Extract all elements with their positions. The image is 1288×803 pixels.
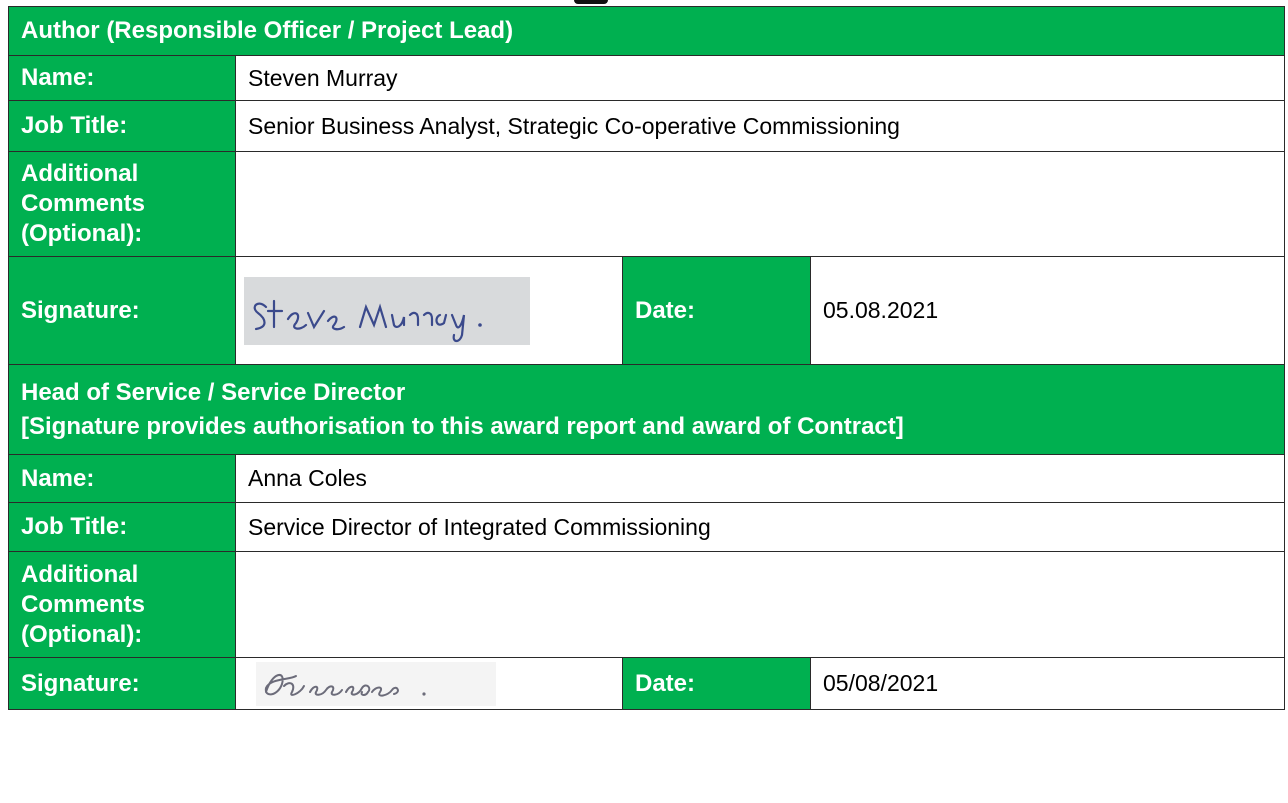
director-comments-label-line: Additional	[21, 560, 139, 588]
director-signature-row: Signature: Date: 05/08/2021	[8, 657, 1286, 710]
director-handwritten-signature	[256, 661, 496, 706]
author-heading-row: Author (Responsible Officer / Project Le…	[7, 6, 1286, 56]
author-handwritten-signature	[244, 276, 530, 345]
author-comments-value	[234, 151, 1286, 257]
author-comments-row: Additional Comments (Optional):	[8, 151, 1286, 257]
author-signature-label: Signature:	[8, 256, 236, 365]
author-date-label: Date:	[622, 256, 811, 365]
author-name-value: Steven Murray	[234, 55, 1286, 101]
director-section-heading: Head of Service / Service Director [Sign…	[7, 364, 1286, 455]
author-name-row: Name: Steven Murray	[8, 55, 1286, 101]
author-name-label: Name:	[8, 55, 236, 101]
author-comments-label-line: (Optional):	[21, 220, 143, 247]
director-signature-label: Signature:	[8, 657, 236, 710]
author-job-row: Job Title: Senior Business Analyst, Stra…	[8, 100, 1286, 152]
director-signature-image	[256, 661, 622, 706]
director-date-value: 05/08/2021	[809, 657, 1286, 710]
director-heading-row: Head of Service / Service Director [Sign…	[7, 364, 1286, 455]
director-signature-cell	[235, 657, 623, 710]
director-heading-text: Head of Service / Service Director	[21, 378, 406, 406]
signoff-table: Author (Responsible Officer / Project Le…	[7, 6, 1286, 710]
director-date-label: Date:	[622, 657, 811, 710]
author-signature-row: Signature: Date: 05.08.2021	[8, 256, 1286, 365]
author-section-heading: Author (Responsible Officer / Project Le…	[7, 6, 1286, 56]
director-comments-value	[234, 551, 1286, 658]
author-signature-image	[244, 276, 622, 345]
director-name-row: Name: Anna Coles	[8, 454, 1286, 503]
director-subheading-text: [Signature provides authorisation to thi…	[21, 412, 904, 440]
author-comments-label-line: Comments	[21, 190, 146, 217]
director-comments-label: Additional Comments (Optional):	[8, 551, 236, 658]
director-name-value: Anna Coles	[234, 454, 1286, 503]
director-comments-label-line: Comments	[21, 590, 146, 618]
author-job-value: Senior Business Analyst, Strategic Co-op…	[234, 100, 1286, 152]
director-comments-label-line: (Optional):	[21, 620, 143, 648]
author-comments-label-line: Additional	[21, 160, 139, 187]
director-job-row: Job Title: Service Director of Integrate…	[8, 502, 1286, 552]
author-date-value: 05.08.2021	[809, 256, 1286, 365]
award-report-signoff-page: Author (Responsible Officer / Project Le…	[0, 0, 1288, 803]
author-signature-cell	[235, 256, 623, 365]
author-comments-label: Additional Comments (Optional):	[8, 151, 236, 257]
director-name-label: Name:	[8, 454, 236, 503]
cropped-heading-fragment	[574, 0, 608, 4]
director-job-label: Job Title:	[8, 502, 236, 552]
author-job-label: Job Title:	[8, 100, 236, 152]
director-comments-row: Additional Comments (Optional):	[8, 551, 1286, 658]
director-job-value: Service Director of Integrated Commissio…	[234, 502, 1286, 552]
